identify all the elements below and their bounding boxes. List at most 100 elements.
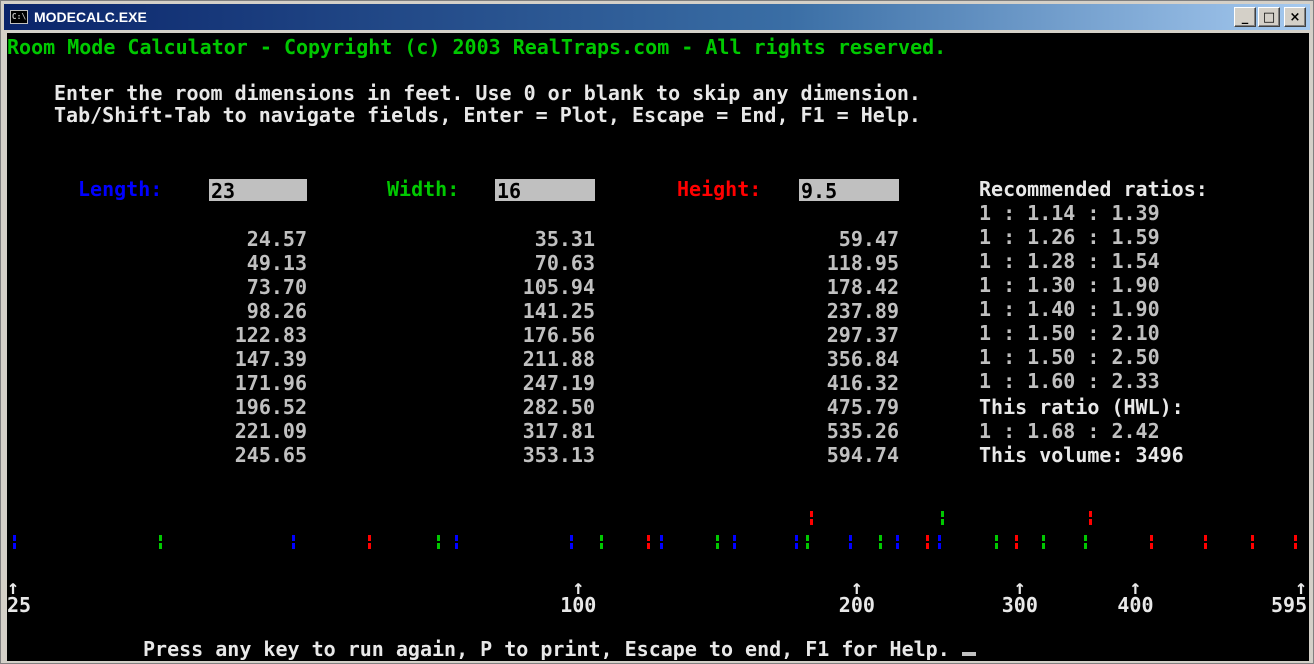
recommended-ratio: 1 : 1.30 : 1.90 xyxy=(979,273,1160,297)
length-mode-mark xyxy=(13,535,16,541)
axis-tick-label: 400 xyxy=(1117,593,1154,617)
console-window: C:\ MODECALC.EXE _ □ × Room Mode Calcula… xyxy=(0,0,1314,664)
length-mode-mark xyxy=(849,543,852,549)
length-mode-value: 49.13 xyxy=(246,251,307,275)
maximize-button[interactable]: □ xyxy=(1258,7,1280,27)
recommended-ratio: 1 : 1.40 : 1.90 xyxy=(979,297,1160,321)
length-mode-mark xyxy=(570,535,573,541)
this-ratio-value: 1 : 1.68 : 2.42 xyxy=(979,419,1160,443)
width-mode-mark xyxy=(159,543,162,549)
width-mode-mark xyxy=(941,519,944,525)
length-label: Length: xyxy=(78,177,163,201)
height-mode-mark xyxy=(1251,535,1254,541)
length-mode-value: 245.65 xyxy=(234,443,307,467)
height-mode-mark xyxy=(1089,511,1092,517)
header-line: Room Mode Calculator - Copyright (c) 200… xyxy=(7,35,947,59)
height-mode-mark xyxy=(1204,535,1207,541)
height-mode-value: 118.95 xyxy=(826,251,899,275)
close-button[interactable]: × xyxy=(1284,7,1306,27)
mode-plot xyxy=(13,511,1297,549)
axis-tick-label: 100 xyxy=(560,593,597,617)
width-label: Width: xyxy=(387,177,460,201)
height-input[interactable]: 9.5 xyxy=(799,179,899,203)
length-mode-value: 196.52 xyxy=(234,395,307,419)
height-mode-value: 178.42 xyxy=(826,275,899,299)
height-mode-mark xyxy=(1150,543,1153,549)
console-area[interactable]: Room Mode Calculator - Copyright (c) 200… xyxy=(7,33,1309,661)
length-mode-value: 24.57 xyxy=(246,227,307,251)
recommended-ratio: 1 : 1.28 : 1.54 xyxy=(979,249,1160,273)
height-mode-mark xyxy=(647,543,650,549)
width-mode-value: 317.81 xyxy=(522,419,595,443)
width-mode-value: 211.88 xyxy=(522,347,595,371)
minimize-button[interactable]: _ xyxy=(1234,7,1256,27)
height-mode-mark xyxy=(1294,535,1297,541)
window-title: MODECALC.EXE xyxy=(34,9,147,25)
length-modes-column: 24.57 49.13 73.70 98.26 122.83 147.39 171.96 19… xyxy=(147,227,307,467)
width-mode-mark xyxy=(437,535,440,541)
width-mode-mark xyxy=(159,535,162,541)
width-mode-mark xyxy=(806,535,809,541)
height-mode-mark xyxy=(1089,519,1092,525)
height-mode-mark xyxy=(1015,535,1018,541)
axis-tick-label: 25 xyxy=(7,593,32,617)
ratio-list: 1 : 1.14 : 1.39 1 : 1.26 : 1.59 1 : 1.28 :… xyxy=(979,201,1160,393)
instruction-line-2: Tab/Shift-Tab to navigate fields, Enter … xyxy=(54,103,921,127)
width-mode-mark xyxy=(1042,543,1045,549)
height-mode-mark xyxy=(1251,543,1254,549)
length-mode-value: 122.83 xyxy=(234,323,307,347)
footer-prompt: Press any key to run again, P to print, … xyxy=(143,637,976,661)
recommended-ratio: 1 : 1.50 : 2.10 xyxy=(979,321,1160,345)
height-mode-mark xyxy=(810,519,813,525)
width-mode-value: 247.19 xyxy=(522,371,595,395)
width-mode-value: 282.50 xyxy=(522,395,595,419)
length-mode-mark xyxy=(795,535,798,541)
length-mode-mark xyxy=(733,543,736,549)
width-mode-mark xyxy=(437,543,440,549)
length-mode-mark xyxy=(570,543,573,549)
width-input[interactable]: 16 xyxy=(495,179,595,203)
length-mode-mark xyxy=(938,543,941,549)
title-bar[interactable]: C:\ MODECALC.EXE _ □ × xyxy=(4,4,1310,30)
width-mode-mark xyxy=(716,535,719,541)
height-modes-column: 59.47 118.95 178.42 237.89 297.37 356.84 416.3… xyxy=(739,227,899,467)
width-mode-mark xyxy=(879,543,882,549)
height-mode-value: 59.47 xyxy=(838,227,899,251)
length-mode-mark xyxy=(849,535,852,541)
this-ratio-label: This ratio (HWL): xyxy=(979,395,1184,419)
recommended-ratio: 1 : 1.60 : 2.33 xyxy=(979,369,1160,393)
height-mode-mark xyxy=(1015,543,1018,549)
length-mode-mark xyxy=(13,543,16,549)
height-mode-mark xyxy=(810,511,813,517)
height-mode-mark xyxy=(1294,543,1297,549)
length-mode-mark xyxy=(795,543,798,549)
length-mode-mark xyxy=(896,535,899,541)
width-modes-column: 35.31 70.63 105.94 141.25 176.56 211.88 247.19… xyxy=(435,227,595,467)
length-input[interactable]: 23 xyxy=(209,179,307,203)
width-mode-mark xyxy=(941,511,944,517)
width-mode-mark xyxy=(716,543,719,549)
width-mode-value: 70.63 xyxy=(534,251,595,275)
width-mode-mark xyxy=(995,543,998,549)
length-mode-mark xyxy=(733,535,736,541)
length-mode-value: 221.09 xyxy=(234,419,307,443)
recommended-ratio: 1 : 1.14 : 1.39 xyxy=(979,201,1160,225)
length-mode-value: 171.96 xyxy=(234,371,307,395)
width-mode-value: 35.31 xyxy=(534,227,595,251)
width-mode-mark xyxy=(1042,535,1045,541)
axis-tick-label: 200 xyxy=(838,593,875,617)
this-volume: This volume: 3496 xyxy=(979,443,1184,467)
length-mode-mark xyxy=(660,535,663,541)
instruction-line-1: Enter the room dimensions in feet. Use 0… xyxy=(54,81,921,105)
width-mode-value: 105.94 xyxy=(522,275,595,299)
height-mode-value: 356.84 xyxy=(826,347,899,371)
height-mode-mark xyxy=(926,543,929,549)
text-cursor xyxy=(961,652,976,656)
height-mode-mark xyxy=(1204,543,1207,549)
height-mode-value: 535.26 xyxy=(826,419,899,443)
length-mode-value: 73.70 xyxy=(246,275,307,299)
length-mode-mark xyxy=(455,535,458,541)
recommended-ratio: 1 : 1.50 : 2.50 xyxy=(979,345,1160,369)
height-mode-value: 297.37 xyxy=(826,323,899,347)
console-app-icon: C:\ xyxy=(10,10,28,24)
